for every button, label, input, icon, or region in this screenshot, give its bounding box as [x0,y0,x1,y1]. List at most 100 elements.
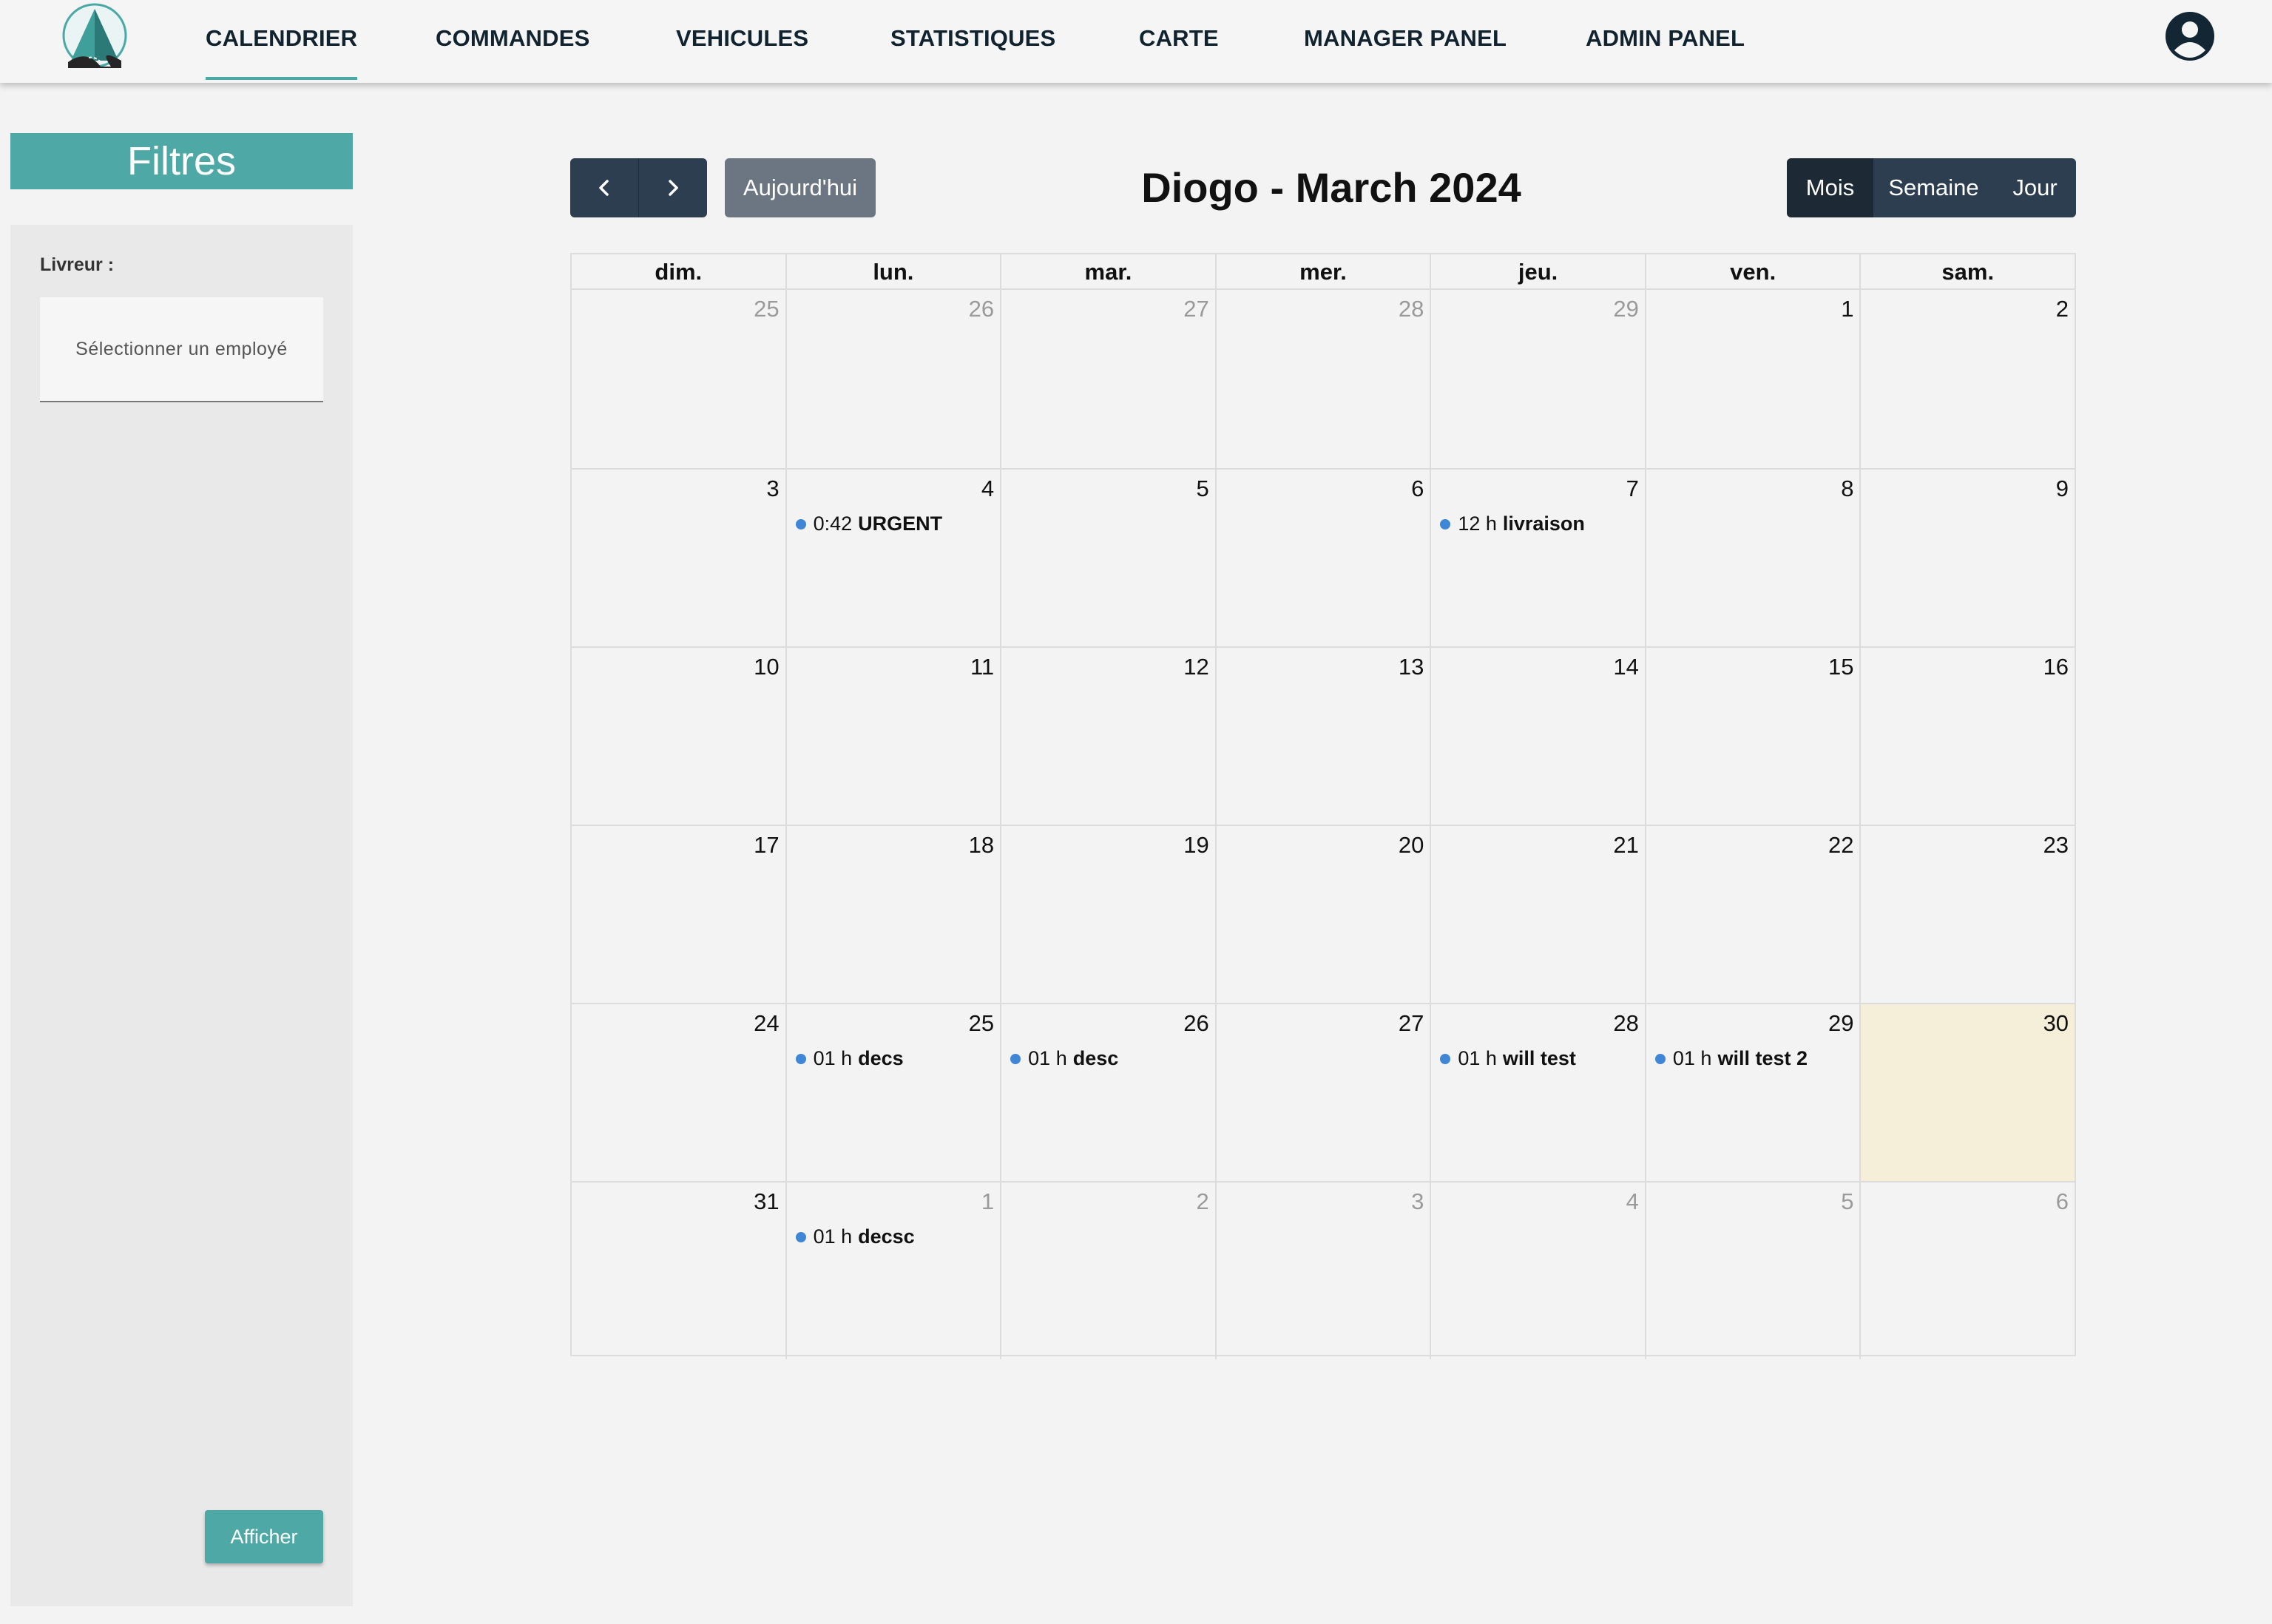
day-cell[interactable]: 27 [1000,290,1215,468]
day-cell[interactable]: 6 [1859,1183,2075,1359]
nav-calendrier[interactable]: CALENDRIER [206,16,358,80]
day-number[interactable]: 11 [970,654,994,680]
afficher-button[interactable]: Afficher [205,1510,323,1563]
day-number[interactable]: 18 [969,832,994,859]
day-number[interactable]: 22 [1828,832,1853,859]
day-number[interactable]: 15 [1828,654,1853,680]
day-number[interactable]: 19 [1183,832,1208,859]
day-cell[interactable]: 1 01 h decsc [785,1183,1001,1359]
day-cell[interactable]: 26 01 h desc [1000,1004,1215,1181]
calendar-event[interactable]: 12 h livraison [1440,512,1585,535]
day-number[interactable]: 31 [754,1188,779,1215]
day-number[interactable]: 16 [2043,654,2069,680]
day-cell[interactable]: 25 [572,290,785,468]
day-cell[interactable]: 10 [572,648,785,825]
day-number[interactable]: 1 [1841,296,1853,322]
day-number[interactable]: 26 [1183,1010,1208,1037]
day-cell[interactable]: 21 [1430,826,1645,1003]
day-cell[interactable]: 20 [1214,826,1430,1003]
day-number[interactable]: 21 [1613,832,1638,859]
nav-manager-panel[interactable]: MANAGER PANEL [1304,16,1507,61]
day-cell[interactable]: 5 [1000,470,1215,646]
employee-select[interactable]: Sélectionner un employé [40,297,323,402]
day-cell[interactable]: 4 [1430,1183,1645,1359]
day-number[interactable]: 30 [2043,1010,2069,1037]
day-cell[interactable]: 11 [785,648,1001,825]
day-cell[interactable]: 29 [1430,290,1645,468]
day-number[interactable]: 6 [1411,476,1424,502]
calendar-event[interactable]: 01 h will test [1440,1047,1576,1070]
day-cell[interactable]: 19 [1000,826,1215,1003]
day-cell[interactable]: 25 01 h decs [785,1004,1001,1181]
day-cell[interactable]: 7 12 h livraison [1430,470,1645,646]
day-number[interactable]: 12 [1183,654,1208,680]
day-cell[interactable]: 24 [572,1004,785,1181]
view-week-button[interactable]: Semaine [1873,158,1994,217]
day-number[interactable]: 27 [1399,1010,1424,1037]
day-number[interactable]: 5 [1841,1188,1853,1215]
day-cell[interactable]: 5 [1644,1183,1860,1359]
day-number[interactable]: 28 [1399,296,1424,322]
day-cell[interactable]: 27 [1214,1004,1430,1181]
day-cell[interactable]: 2 [1000,1183,1215,1359]
day-number[interactable]: 2 [2056,296,2069,322]
day-cell[interactable]: 28 [1214,290,1430,468]
day-cell[interactable]: 4 0:42 URGENT [785,470,1001,646]
day-cell[interactable]: 1 [1644,290,1860,468]
day-number[interactable]: 25 [969,1010,994,1037]
day-number[interactable]: 10 [754,654,779,680]
day-number[interactable]: 13 [1399,654,1424,680]
day-number[interactable]: 4 [1626,1188,1639,1215]
day-number[interactable]: 3 [1411,1188,1424,1215]
day-cell[interactable]: 29 01 h will test 2 [1644,1004,1860,1181]
day-number[interactable]: 4 [981,476,994,502]
day-number[interactable]: 29 [1613,296,1638,322]
nav-admin-panel[interactable]: ADMIN PANEL [1586,16,1745,61]
day-cell[interactable]: 2 [1859,290,2075,468]
view-day-button[interactable]: Jour [1994,158,2076,217]
day-cell[interactable]: 17 [572,826,785,1003]
day-number[interactable]: 14 [1613,654,1638,680]
day-number[interactable]: 23 [2043,832,2069,859]
calendar-event[interactable]: 01 h desc [1010,1047,1118,1070]
day-cell[interactable]: 8 [1644,470,1860,646]
today-button[interactable]: Aujourd'hui [725,158,876,217]
day-cell[interactable]: 3 [572,470,785,646]
day-number[interactable]: 7 [1626,476,1639,502]
prev-month-button[interactable] [570,158,638,217]
nav-commandes[interactable]: COMMANDES [436,16,589,61]
day-cell[interactable]: 26 [785,290,1001,468]
day-number[interactable]: 9 [2056,476,2069,502]
day-cell[interactable]: 12 [1000,648,1215,825]
day-cell[interactable]: 18 [785,826,1001,1003]
day-number[interactable]: 3 [766,476,779,502]
day-number[interactable]: 20 [1399,832,1424,859]
day-cell[interactable]: 9 [1859,470,2075,646]
day-cell[interactable]: 16 [1859,648,2075,825]
logo-icon[interactable] [58,3,132,70]
calendar-event[interactable]: 01 h decsc [795,1225,915,1248]
nav-vehicules[interactable]: VEHICULES [676,16,808,61]
calendar-event[interactable]: 0:42 URGENT [795,512,942,535]
day-number[interactable]: 5 [1196,476,1208,502]
day-cell[interactable]: 6 [1214,470,1430,646]
day-cell[interactable]: 14 [1430,648,1645,825]
day-number[interactable]: 8 [1841,476,1853,502]
day-number[interactable]: 1 [981,1188,994,1215]
calendar-event[interactable]: 01 h will test 2 [1654,1047,1808,1070]
day-number[interactable]: 26 [969,296,994,322]
day-cell[interactable]: 3 [1214,1183,1430,1359]
nav-carte[interactable]: CARTE [1139,16,1219,61]
day-number[interactable]: 29 [1828,1010,1853,1037]
day-cell[interactable]: 22 [1644,826,1860,1003]
view-month-button[interactable]: Mois [1787,158,1873,217]
day-number[interactable]: 6 [2056,1188,2069,1215]
day-cell[interactable]: 13 [1214,648,1430,825]
day-number[interactable]: 2 [1196,1188,1208,1215]
day-cell[interactable]: 23 [1859,826,2075,1003]
day-number[interactable]: 24 [754,1010,779,1037]
day-cell-today[interactable]: 30 [1859,1004,2075,1181]
calendar-event[interactable]: 01 h decs [795,1047,904,1070]
day-number[interactable]: 28 [1613,1010,1638,1037]
day-number[interactable]: 27 [1183,296,1208,322]
